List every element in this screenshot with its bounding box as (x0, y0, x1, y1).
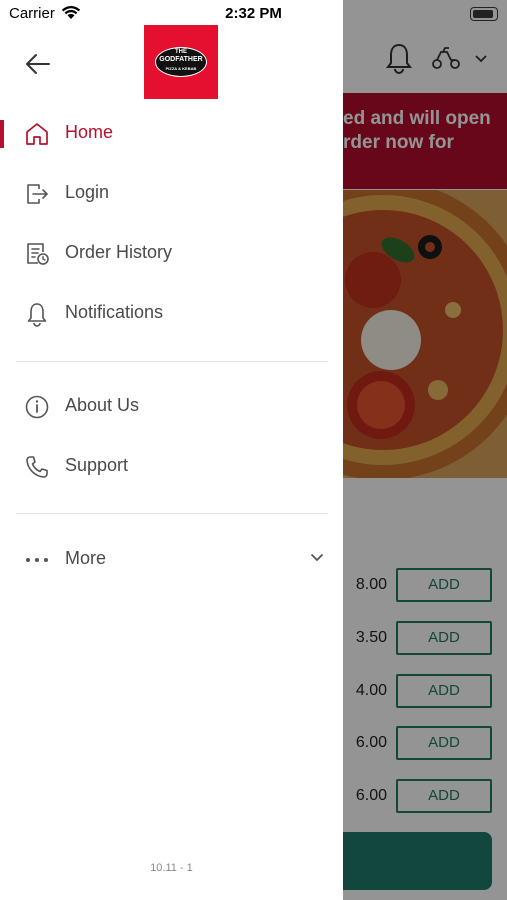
phone-icon (26, 456, 48, 478)
menu-item-home[interactable]: Home (0, 108, 343, 160)
ellipsis-icon (26, 558, 48, 562)
menu-item-more[interactable]: More (0, 534, 343, 586)
divider (16, 361, 328, 362)
menu-item-login[interactable]: Login (0, 168, 343, 220)
menu-item-label: Login (65, 182, 110, 202)
restaurant-logo: THE GODFATHER PIZZA & KEBAB (144, 25, 218, 99)
status-bar: Carrier 2:32 PM (0, 0, 507, 28)
side-drawer: THE GODFATHER PIZZA & KEBAB Home Login O… (0, 0, 343, 900)
drawer-overlay[interactable] (343, 0, 507, 900)
home-icon (26, 123, 48, 145)
menu-item-label: Support (65, 455, 129, 475)
order-history-icon (27, 243, 49, 265)
menu-item-notifications[interactable]: Notifications (0, 288, 343, 340)
menu-item-label: About Us (65, 395, 140, 415)
menu-item-support[interactable]: Support (0, 441, 343, 493)
menu-item-about-us[interactable]: About Us (0, 381, 343, 433)
divider (16, 513, 328, 514)
menu-item-label: Order History (65, 242, 173, 262)
battery-icon (470, 7, 498, 21)
menu-item-label: Home (65, 122, 114, 142)
chevron-down-icon (311, 554, 323, 562)
bell-icon (27, 303, 47, 327)
menu-item-order-history[interactable]: Order History (0, 228, 343, 280)
active-indicator (0, 120, 4, 148)
clock: 2:32 PM (225, 5, 282, 22)
app-version: 10.11 - 1 (150, 862, 193, 874)
menu-item-label: More (65, 548, 107, 568)
info-icon (25, 395, 49, 419)
back-arrow-icon[interactable] (24, 50, 52, 78)
menu-item-label: Notifications (65, 302, 164, 322)
login-icon (27, 184, 48, 204)
